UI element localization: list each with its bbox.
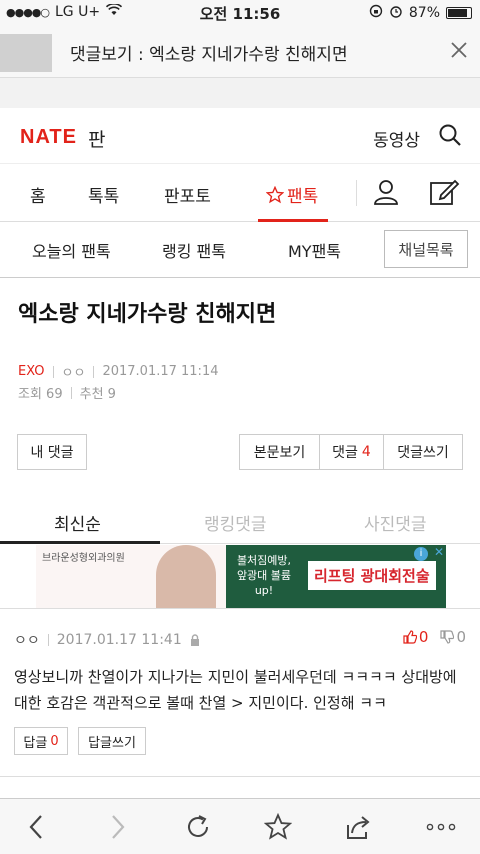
lock-icon — [190, 634, 199, 646]
meta-separator — [70, 386, 72, 399]
chevron-left-icon — [29, 815, 42, 839]
battery-percent: 87% — [408, 5, 440, 21]
comments-count: 4 — [361, 444, 371, 460]
ad-headline: 리프팅 광대회전술 — [308, 561, 436, 590]
article-views: 조회 69 — [18, 387, 63, 402]
subnav-my-fantok[interactable]: MY팬톡 — [288, 238, 341, 262]
close-button[interactable] — [450, 36, 468, 66]
divider — [0, 608, 480, 609]
sub-nav: 오늘의 팬톡 랭킹 팬톡 MY팬톡 채널목록 — [0, 222, 480, 278]
my-comments-button[interactable]: 내 댓글 — [17, 434, 87, 470]
search-icon — [439, 124, 461, 146]
battery-icon — [446, 7, 472, 19]
profile-button[interactable] — [372, 178, 400, 210]
ad-brand: 브라운성형외과의원 — [42, 553, 125, 564]
spacer — [0, 78, 480, 108]
downvote-button[interactable]: 0 — [440, 628, 466, 646]
pan-logo[interactable]: 판 — [88, 125, 105, 152]
article-title: 엑소랑 지네가수랑 친해지면 — [18, 302, 277, 327]
star-icon — [264, 813, 292, 840]
share-button[interactable] — [342, 811, 374, 843]
downvote-count: 0 — [456, 628, 466, 646]
star-icon — [266, 185, 284, 203]
meta-separator — [47, 634, 49, 646]
tab-active-indicator — [0, 541, 160, 544]
refresh-button[interactable] — [182, 811, 214, 843]
article-meta: EXO ㅇㅇ 2017.01.17 11:14 — [18, 362, 218, 381]
thumbs-down-icon — [440, 630, 455, 644]
nav-home[interactable]: 홈 — [30, 182, 46, 207]
video-link[interactable]: 동영상 — [373, 126, 420, 151]
status-right: 87% — [369, 4, 472, 22]
more-menu-button[interactable] — [424, 811, 458, 843]
channel-list-button[interactable]: 채널목록 — [384, 230, 468, 268]
article-stats: 조회 69 추천 9 — [18, 383, 116, 402]
view-post-button[interactable]: 본문보기 — [239, 434, 320, 470]
chevron-right-icon — [112, 815, 125, 839]
subnav-today-fantok[interactable]: 오늘의 팬톡 — [32, 238, 111, 262]
thumbs-up-icon — [403, 630, 417, 644]
forward-button[interactable] — [102, 811, 134, 843]
comments-label: 댓글 — [332, 445, 358, 461]
share-icon — [347, 816, 370, 839]
more-icon — [426, 823, 456, 831]
write-comment-button[interactable]: 댓글쓰기 — [383, 434, 463, 470]
article-recommends: 추천 9 — [79, 387, 116, 402]
ad-copy: 볼처짐예방, 앞광대 볼륨 up! — [236, 554, 292, 597]
close-icon — [451, 42, 467, 58]
subnav-ranking-fantok[interactable]: 랭킹 팬톡 — [162, 238, 226, 262]
page-title: 댓글보기 : 엑소랑 지네가수랑 친해지면 — [70, 45, 348, 65]
nav-fantok[interactable]: 팬톡 — [266, 182, 318, 207]
user-icon — [374, 180, 398, 205]
comment-votes: 0 0 — [403, 628, 466, 646]
ad-info-icon[interactable]: i — [414, 547, 428, 561]
write-button[interactable] — [428, 176, 460, 212]
status-bar: ●●●●○ LG U+ 오전 11:56 87% — [0, 0, 480, 26]
ad-close-icon[interactable]: ✕ — [434, 545, 444, 559]
reply-button[interactable]: 답글 0 — [14, 727, 68, 755]
comments-button[interactable]: 댓글 4 — [319, 434, 384, 470]
reply-label: 답글 — [23, 735, 48, 751]
title-bar: 댓글보기 : 엑소랑 지네가수랑 친해지면 — [0, 26, 480, 78]
comment-date: 2017.01.17 11:41 — [56, 632, 182, 648]
ad-banner[interactable]: 브라운성형외과의원 볼처짐예방, 앞광대 볼륨 up! 리프팅 광대회전술 i … — [36, 545, 446, 609]
divider — [0, 776, 480, 777]
write-icon — [430, 179, 460, 205]
main-nav: 홈 톡톡 판포토 팬톡 — [0, 164, 480, 222]
back-button[interactable] — [20, 811, 52, 843]
meta-separator — [52, 365, 54, 378]
search-button[interactable] — [438, 123, 462, 147]
article-category[interactable]: EXO — [18, 364, 45, 379]
article-date: 2017.01.17 11:14 — [102, 364, 219, 379]
page-thumbnail — [0, 34, 52, 72]
comment-body: 영상보니까 찬열이가 지나가는 지민이 불러세우던데 ㅋㅋㅋㅋ 상대방에 대한 … — [14, 668, 457, 712]
browser-toolbar — [0, 798, 480, 854]
nav-panphoto[interactable]: 판포토 — [164, 182, 211, 207]
meta-separator — [93, 365, 95, 378]
comment-meta: ㅇㅇ 2017.01.17 11:41 — [14, 630, 200, 650]
alarm-icon — [389, 4, 403, 22]
nav-divider — [356, 180, 357, 206]
tab-ranking[interactable]: 랭킹댓글 — [204, 510, 267, 535]
comment-author: ㅇㅇ — [14, 633, 40, 649]
sort-tabs: 최신순 랭킹댓글 사진댓글 — [0, 500, 480, 544]
reply-count: 0 — [50, 733, 59, 749]
ad-model-image — [156, 545, 216, 609]
rotation-lock-icon — [369, 4, 383, 22]
upvote-button[interactable]: 0 — [403, 628, 429, 646]
tab-photo[interactable]: 사진댓글 — [364, 510, 427, 535]
article-author: ㅇㅇ — [61, 366, 86, 381]
bookmark-button[interactable] — [262, 811, 294, 843]
nate-logo[interactable]: NATE — [20, 126, 77, 149]
nav-fantok-label: 팬톡 — [287, 187, 319, 207]
site-header: NATE 판 동영상 — [0, 108, 480, 164]
write-reply-button[interactable]: 답글쓰기 — [78, 727, 146, 755]
refresh-icon — [188, 815, 208, 837]
upvote-count: 0 — [418, 628, 429, 646]
tab-latest[interactable]: 최신순 — [54, 510, 101, 535]
nav-toktok[interactable]: 톡톡 — [88, 182, 119, 207]
